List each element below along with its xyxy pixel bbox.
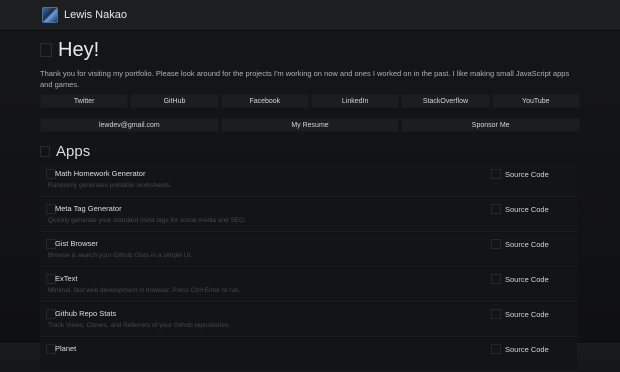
source-code-label: Source Code <box>505 274 549 284</box>
app-name[interactable]: Github Repo Stats <box>55 309 116 318</box>
app-description: Browse & search your Github Gists in a s… <box>48 252 193 259</box>
code-icon <box>491 274 501 284</box>
brand-link[interactable]: Lewis Nakao <box>42 7 127 23</box>
avatar <box>42 7 58 23</box>
source-code-link[interactable]: Source Code <box>491 309 549 319</box>
brand-name: Lewis Nakao <box>64 9 127 21</box>
social-links-row: Twitter GitHub Facebook LinkedIn StackOv… <box>40 94 580 108</box>
app-description: Quickly generate your standard meta tags… <box>48 217 246 224</box>
app-name[interactable]: ExText <box>55 274 78 283</box>
source-code-link[interactable]: Source Code <box>491 344 549 354</box>
heading-icon <box>40 43 52 57</box>
github-button[interactable]: GitHub <box>130 94 219 108</box>
code-icon <box>491 239 501 249</box>
intro-text: Thank you for visiting my portfolio. Ple… <box>40 69 570 89</box>
list-item[interactable]: Meta Tag Generator Quickly generate your… <box>40 198 577 232</box>
linkedin-button[interactable]: LinkedIn <box>310 94 400 108</box>
app-name[interactable]: Meta Tag Generator <box>55 204 122 213</box>
intro-heading-row: Hey! <box>40 36 580 64</box>
list-item[interactable]: Planet Source Code <box>40 338 577 372</box>
app-description: Minimal, fast web development in browser… <box>48 287 241 294</box>
app-name[interactable]: Planet <box>55 344 76 353</box>
app-name[interactable]: Math Homework Generator <box>55 169 145 178</box>
list-item[interactable]: Gist Browser Browse & search your Github… <box>40 233 577 267</box>
twitter-button[interactable]: Twitter <box>40 94 129 108</box>
app-description: Randomly generates printable worksheets. <box>48 182 172 189</box>
source-code-link[interactable]: Source Code <box>491 169 549 179</box>
apps-list: Math Homework Generator Randomly generat… <box>40 163 577 372</box>
page-title: Hey! <box>58 38 100 61</box>
facebook-button[interactable]: Facebook <box>220 94 309 108</box>
apps-title: Apps <box>56 142 91 160</box>
list-item[interactable]: ExText Minimal, fast web development in … <box>40 268 577 302</box>
app-name[interactable]: Gist Browser <box>55 239 98 248</box>
source-code-link[interactable]: Source Code <box>491 274 549 284</box>
source-code-label: Source Code <box>505 309 549 319</box>
top-navbar: Lewis Nakao <box>0 0 620 31</box>
stackoverflow-button[interactable]: StackOverflow <box>401 94 490 108</box>
source-code-label: Source Code <box>505 239 549 249</box>
source-code-link[interactable]: Source Code <box>491 239 549 249</box>
email-button[interactable]: lewdev@gmail.com <box>40 118 219 132</box>
contact-links-row: lewdev@gmail.com My Resume Sponsor Me <box>40 118 581 132</box>
youtube-button[interactable]: YouTube <box>491 94 580 108</box>
sponsor-button[interactable]: Sponsor Me <box>401 118 581 132</box>
main-content: Hey! Thank you for visiting my portfolio… <box>40 36 581 161</box>
apps-icon <box>40 145 50 157</box>
list-item[interactable]: Math Homework Generator Randomly generat… <box>40 163 577 197</box>
code-icon <box>491 169 501 179</box>
apps-heading-row: Apps <box>40 141 580 161</box>
source-code-link[interactable]: Source Code <box>491 204 549 214</box>
resume-button[interactable]: My Resume <box>220 118 400 132</box>
code-icon <box>491 309 501 319</box>
code-icon <box>491 344 501 354</box>
source-code-label: Source Code <box>505 204 549 214</box>
source-code-label: Source Code <box>505 169 549 179</box>
source-code-label: Source Code <box>505 344 549 354</box>
app-description: Track Views, Clones, and Referrers of yo… <box>48 322 231 329</box>
code-icon <box>491 204 501 214</box>
list-item[interactable]: Github Repo Stats Track Views, Clones, a… <box>40 303 577 337</box>
